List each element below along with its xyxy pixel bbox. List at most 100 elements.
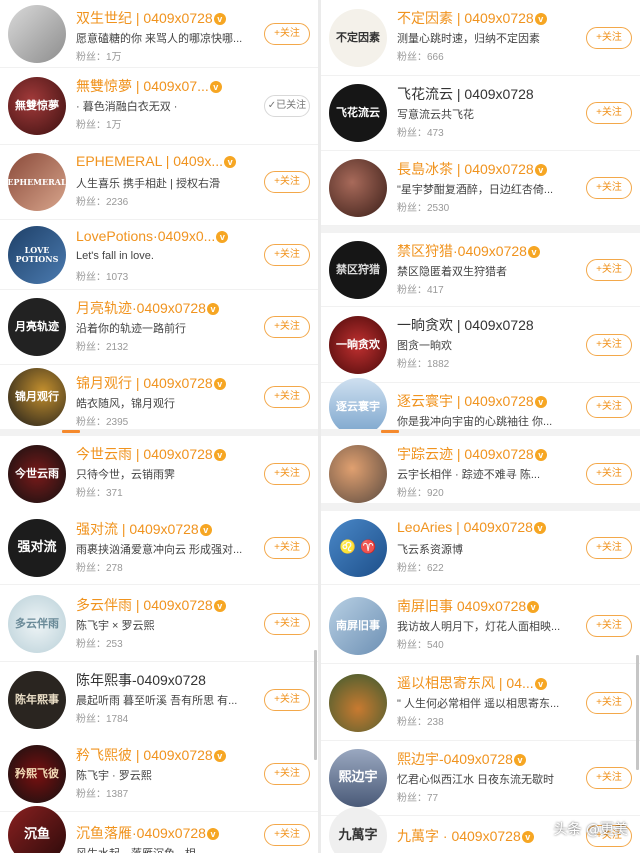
account-name[interactable]: 强对流 | 0409x0728 v xyxy=(76,519,248,539)
avatar[interactable]: 禁区狩猎 xyxy=(329,240,387,299)
verified-badge-icon: v xyxy=(533,522,546,534)
follow-button[interactable]: +关注 xyxy=(586,26,632,49)
account-name[interactable]: 锦月观行 | 0409x0728 v xyxy=(76,373,248,393)
scrollbar-thumb[interactable] xyxy=(636,655,639,770)
follow-button[interactable]: +关注 xyxy=(264,243,310,266)
follow-button[interactable]: +关注 xyxy=(264,823,310,846)
avatar[interactable]: 沉鱼 xyxy=(8,805,66,853)
tab-indicator xyxy=(62,430,80,433)
follow-button[interactable]: +关注 xyxy=(264,536,310,559)
avatar[interactable]: 矜熙飞彼 xyxy=(8,745,66,803)
scrollbar-thumb[interactable] xyxy=(314,650,317,760)
follow-list-item[interactable]: 双生世纪 | 0409x0728 v 愿意磕糖的你 来骂人的哪凉快哪... 粉丝：1万… xyxy=(0,0,318,68)
follow-list-item[interactable]: ♌ ♈ LeoAries | 0409x0728 v 飞云系资源博 粉丝：622 +关注 xyxy=(321,511,640,585)
follow-list-item[interactable]: 陈年熙事 陈年熙事-0409x0728 晨起听雨 暮至听溪 吾有所思 有... 粉丝：… xyxy=(0,662,318,739)
account-name[interactable]: 南屏旧事 0409x0728 v xyxy=(397,596,570,616)
account-name[interactable]: 双生世纪 | 0409x0728 v xyxy=(76,8,248,28)
account-name[interactable]: EPHEMERAL | 0409x... v xyxy=(76,153,248,169)
avatar[interactable]: 飞花流云 xyxy=(329,84,387,142)
account-name[interactable]: 矜飞熙彼 | 0409x0728 v xyxy=(76,745,248,765)
follow-button[interactable]: +关注 xyxy=(264,463,310,485)
follow-list-item[interactable]: 無雙惊夢 無雙惊夢 | 0409x07... v · 暮色消融白衣无双 · 粉丝：1万 ✓… xyxy=(0,68,318,145)
avatar[interactable]: 無雙惊夢 xyxy=(8,77,66,135)
account-name[interactable]: 今世云雨 | 0409x0728 v xyxy=(76,444,248,464)
avatar[interactable]: 逐云寰宇 xyxy=(329,377,387,436)
account-name[interactable]: 沉鱼落雁·0409x0728 v xyxy=(76,823,248,843)
follow-button[interactable]: +关注 xyxy=(586,395,632,418)
follow-list-item[interactable]: 强对流 强对流 | 0409x0728 v 雨裹挟汹涌爱意冲向云 形成强对... 粉丝：… xyxy=(0,511,318,585)
follow-list-item[interactable]: 遥以相思寄东风 | 04... v " 人生何必常相伴 遥以相思寄东... 粉丝：23… xyxy=(321,665,640,741)
follow-list-item[interactable]: 長島冰茶 | 0409x0728 v "星宇梦酣复酒醉，日边红杏倚... 粉丝：253… xyxy=(321,151,640,226)
followed-button[interactable]: ✓已关注 xyxy=(264,95,310,117)
account-name[interactable]: 禁区狩猎·0409x0728 v xyxy=(397,241,570,261)
account-name[interactable]: LovePotions·0409x0... v xyxy=(76,228,248,244)
follow-list-item[interactable]: 宇踪云迹 | 0409x0728 v 云宇长相伴 · 踪迹不难寻 陈... 粉丝：92… xyxy=(321,436,640,513)
avatar[interactable] xyxy=(329,445,387,503)
account-name[interactable]: 遥以相思寄东风 | 04... v xyxy=(397,673,570,693)
follow-button[interactable]: +关注 xyxy=(586,177,632,199)
avatar[interactable]: 一晌贪欢 xyxy=(329,315,387,374)
follow-button[interactable]: +关注 xyxy=(264,171,310,193)
account-name[interactable]: 宇踪云迹 | 0409x0728 v xyxy=(397,444,570,464)
avatar[interactable]: 月亮轨迹 xyxy=(8,298,66,356)
avatar[interactable] xyxy=(8,4,66,63)
fans-label: 粉丝： xyxy=(76,197,106,208)
account-name[interactable]: 熙边宇-0409x0728 v xyxy=(397,749,570,769)
account-name[interactable]: 逐云寰宇 | 0409x0728 v xyxy=(397,391,570,411)
follow-list-item[interactable]: 月亮轨迹 月亮轨迹·0409x0728 v 沿着你的轨迹一路前行 粉丝：2132 +关注 xyxy=(0,290,318,365)
follow-list-item[interactable]: 不定因素 不定因素 | 0409x0728 v 测量心跳时速，归纳不定因素 粉丝：666… xyxy=(321,0,640,76)
follow-list-item[interactable]: 今世云雨 今世云雨 | 0409x0728 v 只待今世，云销雨霁 粉丝：371 +关注 xyxy=(0,436,318,513)
avatar[interactable]: LOVE POTIONS xyxy=(8,225,66,284)
follow-button[interactable]: +关注 xyxy=(264,689,310,711)
follow-button[interactable]: +关注 xyxy=(264,763,310,785)
follow-list-item[interactable]: 一晌贪欢 一晌贪欢 | 0409x0728 图贪一晌欢 粉丝：1882 +关注 xyxy=(321,307,640,383)
account-name[interactable]: 陈年熙事-0409x0728 xyxy=(76,670,248,690)
account-name[interactable]: LeoAries | 0409x0728 v xyxy=(397,519,570,535)
account-name[interactable]: 長島冰茶 | 0409x0728 v xyxy=(397,159,570,179)
follow-button[interactable]: +关注 xyxy=(586,614,632,637)
account-name[interactable]: 月亮轨迹·0409x0728 v xyxy=(76,298,248,318)
account-name[interactable]: 九萬字 · 0409x0728 v xyxy=(397,826,570,846)
account-name-text: 矜飞熙彼 | 0409x0728 xyxy=(76,747,213,763)
avatar[interactable] xyxy=(329,159,387,217)
follow-button[interactable]: +关注 xyxy=(264,386,310,408)
avatar[interactable]: ♌ ♈ xyxy=(329,518,387,577)
follow-list-item[interactable]: 沉鱼 沉鱼落雁·0409x0728v 风生水起，落雁沉鱼 · 相... +关注 xyxy=(0,805,318,853)
follow-list-item[interactable]: 南屏旧事 南屏旧事 0409x0728 v 我访故人明月下，灯花人面相映... 粉丝：5… xyxy=(321,588,640,664)
avatar[interactable]: 南屏旧事 xyxy=(329,596,387,655)
avatar[interactable] xyxy=(329,673,387,732)
follow-button[interactable]: +关注 xyxy=(586,536,632,559)
follow-button[interactable]: +关注 xyxy=(264,316,310,338)
follow-button[interactable]: +关注 xyxy=(586,767,632,789)
follow-list-item[interactable]: 锦月观行 锦月观行 | 0409x0728 v 皓衣随风，锦月观行 粉丝：2395 +关注 xyxy=(0,365,318,430)
follow-list-item[interactable]: 禁区狩猎 禁区狩猎·0409x0728 v 禁区隐匿着双生狩猎者 粉丝：417 +关注 xyxy=(321,233,640,307)
follow-list-item[interactable]: 逐云寰宇 逐云寰宇 | 0409x0728 v 你是我冲向宇宙的心跳袖往 你... +关… xyxy=(321,377,640,436)
account-name[interactable]: 無雙惊夢 | 0409x07... v xyxy=(76,76,248,96)
account-name[interactable]: 飞花流云 | 0409x0728 xyxy=(397,84,570,104)
avatar[interactable]: 多云伴雨 xyxy=(8,595,66,653)
follow-button[interactable]: +关注 xyxy=(586,463,632,485)
follow-list-item[interactable]: LOVE POTIONS LovePotions·0409x0... v Let's … xyxy=(0,220,318,290)
avatar[interactable]: 锦月观行 xyxy=(8,368,66,426)
avatar[interactable]: EPHEMERAL xyxy=(8,153,66,211)
avatar[interactable]: 不定因素 xyxy=(329,8,387,67)
follow-list-item[interactable]: 熙边宇 熙边宇-0409x0728 v 忆君心似西江水 日夜东流无歇时 粉丝：77 +关注 xyxy=(321,741,640,816)
avatar[interactable]: 熙边宇 xyxy=(329,749,387,807)
follow-button[interactable]: +关注 xyxy=(264,613,310,635)
avatar-text xyxy=(354,699,362,707)
follow-button[interactable]: +关注 xyxy=(264,22,310,45)
follow-list-item[interactable]: EPHEMERAL EPHEMERAL | 0409x... v 人生喜乐 携手相赴 … xyxy=(0,145,318,220)
account-name[interactable]: 一晌贪欢 | 0409x0728 xyxy=(397,315,570,335)
follow-button[interactable]: +关注 xyxy=(586,691,632,714)
follow-list-item[interactable]: 多云伴雨 多云伴雨 | 0409x0728 v 陈飞宇 × 罗云熙 粉丝：253 +关注 xyxy=(0,587,318,662)
follow-button[interactable]: +关注 xyxy=(586,258,632,281)
account-name[interactable]: 多云伴雨 | 0409x0728 v xyxy=(76,595,248,615)
account-name[interactable]: 不定因素 | 0409x0728 v xyxy=(397,8,570,28)
avatar[interactable]: 强对流 xyxy=(8,518,66,577)
follow-button[interactable]: +关注 xyxy=(586,333,632,356)
follow-button[interactable]: +关注 xyxy=(586,102,632,124)
avatar[interactable]: 今世云雨 xyxy=(8,445,66,503)
follow-list-item[interactable]: 飞花流云 飞花流云 | 0409x0728 写意流云共飞花 粉丝：473 +关注 xyxy=(321,76,640,151)
follow-list-item[interactable]: 矜熙飞彼 矜飞熙彼 | 0409x0728 v 陈飞宇 · 罗云熙 粉丝：1387 +关注 xyxy=(0,737,318,812)
avatar[interactable]: 陈年熙事 xyxy=(8,671,66,729)
